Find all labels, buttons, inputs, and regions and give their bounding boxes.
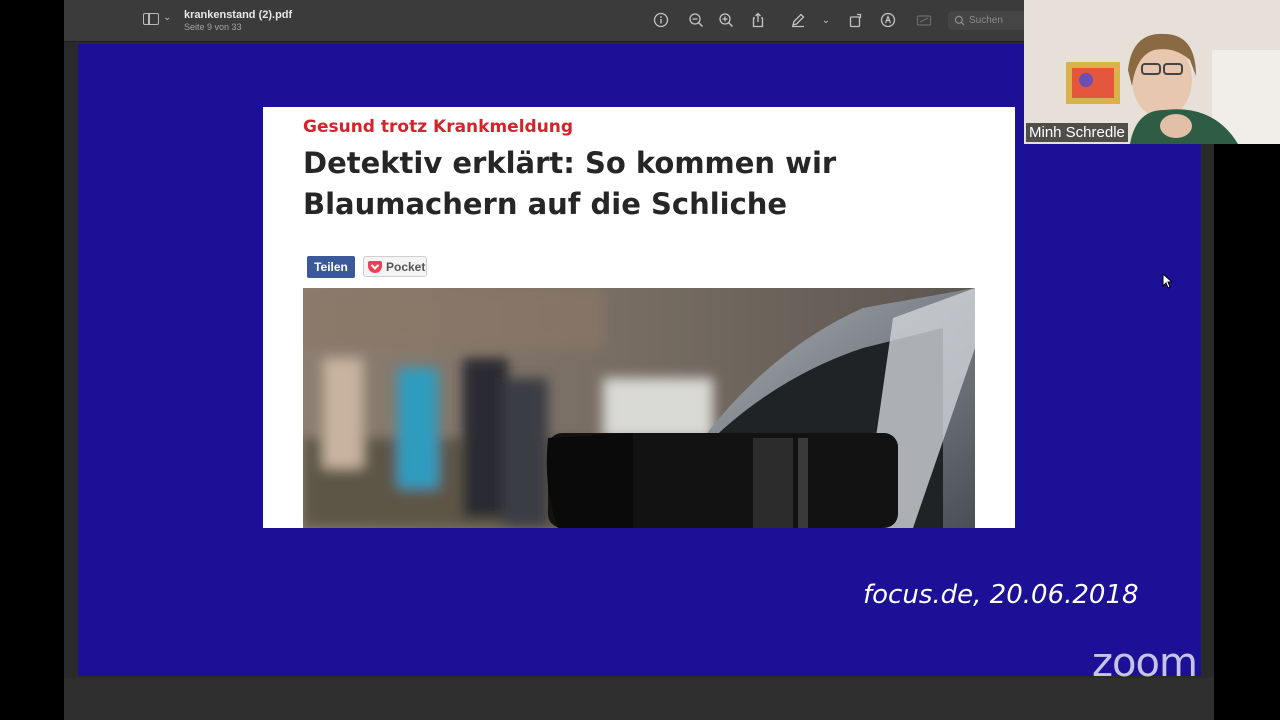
article-kicker: Gesund trotz Krankmeldung xyxy=(303,117,574,137)
source-caption: focus.de, 20.06.2018 xyxy=(863,580,1139,610)
highlight-icon[interactable] xyxy=(880,12,896,28)
chevron-down-icon[interactable]: ⌄ xyxy=(818,12,834,28)
participant-name-tag: Minh Schredle xyxy=(1026,123,1128,142)
article-photo xyxy=(303,288,975,528)
info-icon[interactable] xyxy=(653,12,669,28)
form-icon[interactable] xyxy=(916,12,932,28)
pocket-button: Pocket xyxy=(363,256,427,277)
zoom-logo: zoom xyxy=(1092,640,1198,686)
share-icon[interactable] xyxy=(750,12,766,28)
participant-video[interactable]: Minh Schredle xyxy=(1024,0,1280,144)
pocket-icon xyxy=(368,260,382,273)
share-button: Teilen xyxy=(307,256,355,278)
zoom-in-icon[interactable] xyxy=(718,12,734,28)
document-title: krankenstand (2).pdf xyxy=(184,9,293,21)
rotate-icon[interactable] xyxy=(848,12,864,28)
sidebar-icon[interactable] xyxy=(143,13,159,25)
article-headline: Detektiv erklärt: So kommen wir Blaumach… xyxy=(303,146,837,221)
search-placeholder: Suchen xyxy=(969,15,1003,26)
article-screenshot: Gesund trotz Krankmeldung Detektiv erklä… xyxy=(263,107,1015,528)
mouse-cursor-icon xyxy=(1162,273,1172,289)
search-field[interactable]: Suchen xyxy=(948,11,1028,30)
pocket-label: Pocket xyxy=(386,259,426,274)
chevron-down-icon[interactable]: ⌄ xyxy=(163,12,171,23)
search-icon xyxy=(954,15,965,26)
page-indicator: Seite 9 von 33 xyxy=(184,22,242,32)
viewer-background xyxy=(64,678,1214,720)
zoom-out-icon[interactable] xyxy=(688,12,704,28)
markup-pen-icon[interactable] xyxy=(790,12,806,28)
